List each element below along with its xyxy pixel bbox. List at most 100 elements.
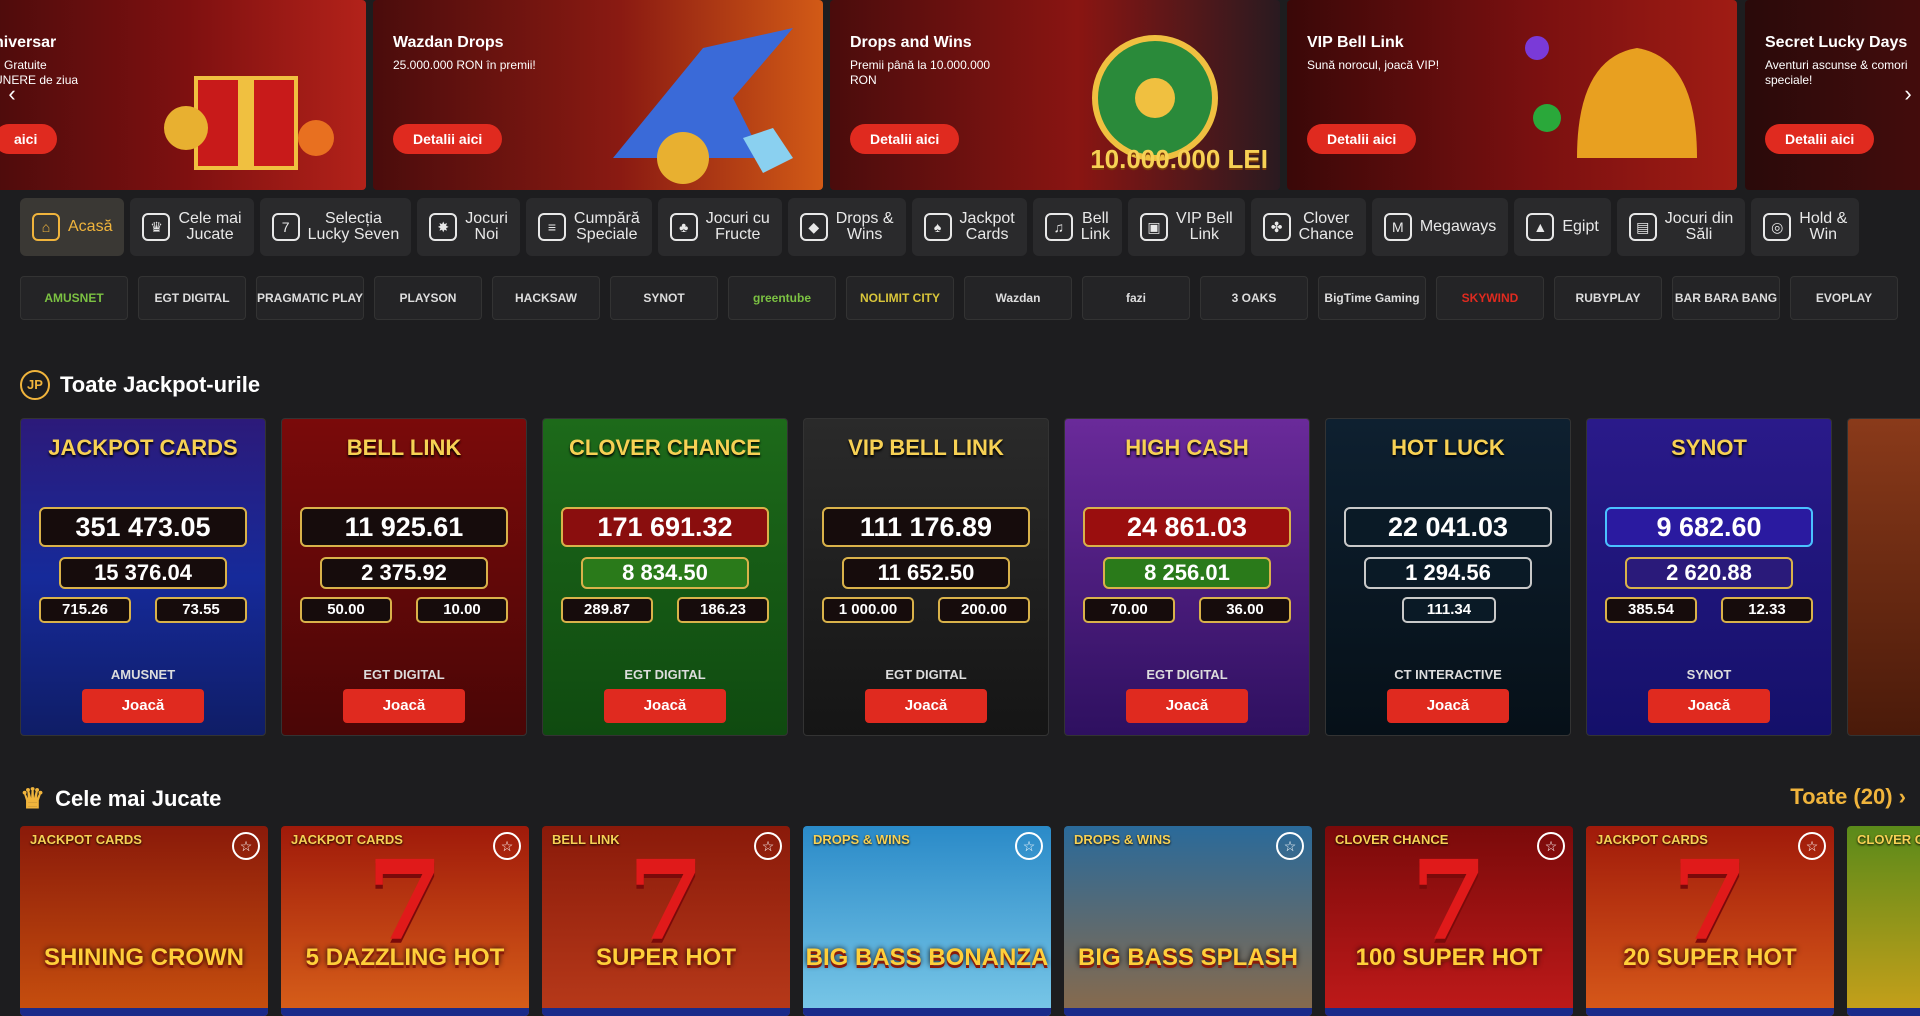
jackpot-logo: HIGH CASH: [1125, 435, 1249, 460]
home-icon: ⌂: [32, 213, 60, 241]
category-coin-stack[interactable]: ≡ Cumpără Speciale: [525, 198, 652, 256]
provider-logo[interactable]: NOLIMIT CITY: [846, 276, 954, 320]
category-vip-slot[interactable]: ▣ VIP Bell Link: [1128, 198, 1245, 256]
category-home[interactable]: ⌂ Acasă: [20, 198, 125, 256]
provider-logo[interactable]: greentube: [728, 276, 836, 320]
provider-logo[interactable]: RUBYPLAY: [1554, 276, 1662, 320]
provider-strip: AMUSNET EGT DIGITAL PRAGMATIC PLAY PLAYSON H…: [20, 276, 1898, 320]
banner-details-button[interactable]: Detalii aici: [1765, 124, 1875, 154]
category-cherry[interactable]: ♣ Jocuri cu Fructe: [657, 198, 782, 256]
promo-banner[interactable]: VIP Bell Link Sună norocul, joacă VIP! D…: [1287, 0, 1737, 190]
banner-details-button[interactable]: aici: [0, 124, 58, 154]
provider-logo[interactable]: HACKSAW: [492, 276, 600, 320]
category-clover[interactable]: ✤ Clover Chance: [1250, 198, 1366, 256]
favorite-star-icon[interactable]: ☆: [1276, 832, 1304, 860]
promo-banner[interactable]: Wazdan Drops 25.000.000 RON în premii! D…: [373, 0, 823, 190]
see-all-link[interactable]: Toate (20) ›: [1790, 784, 1906, 810]
promo-banner[interactable]: niversar ri Gratuite UNERE de ziua aici: [0, 0, 366, 190]
category-slot-machine[interactable]: ▤ Jocuri din Săli: [1616, 198, 1746, 256]
provider-logo: EGT DIGITAL: [1146, 667, 1228, 682]
play-button[interactable]: Joacă: [1648, 689, 1770, 723]
game-series-badge: JACKPOT CARDS: [30, 832, 142, 847]
provider-logo[interactable]: AMUSNET: [20, 276, 128, 320]
pharaoh-icon: ▲: [1526, 213, 1555, 241]
favorite-star-icon[interactable]: ☆: [1798, 832, 1826, 860]
minor-jackpot-value: 289.87: [561, 597, 653, 623]
game-jackpot-bar: [803, 1008, 1051, 1016]
minor-jackpot-value: 1 000.00: [822, 597, 914, 623]
game-title: SHINING CROWN: [44, 944, 244, 971]
game-tile[interactable]: 7 JACKPOT CARDS ☆ 5 DAZZLING HOT: [281, 826, 529, 1016]
jackpot-card[interactable]: VIP BELL LINK 111 176.89 11 652.50 1 000.00…: [803, 418, 1049, 736]
play-button[interactable]: Joacă: [865, 689, 987, 723]
category-label: Selecția Lucky Seven: [307, 210, 400, 243]
jackpot-card[interactable]: SYNOT 9 682.60 2 620.88 385.54 12.33 SYNOT Joa…: [1586, 418, 1832, 736]
jackpot-card[interactable]: HOT LUCK 22 041.03 1 294.56 111.34 CT INTERA…: [1325, 418, 1571, 736]
jackpot-card[interactable]: CLOVER CHANCE 171 691.32 8 834.50 289.87 186…: [542, 418, 788, 736]
provider-logo[interactable]: EGT DIGITAL: [138, 276, 246, 320]
play-button[interactable]: Joacă: [1126, 689, 1248, 723]
cards-icon: ♠: [923, 213, 952, 241]
carousel-prev-arrow-icon[interactable]: ‹: [0, 82, 24, 106]
favorite-star-icon[interactable]: ☆: [1537, 832, 1565, 860]
game-tile[interactable]: DROPS & WINS ☆ BIG BASS BONANZA: [803, 826, 1051, 1016]
game-jackpot-bar: [1586, 1008, 1834, 1016]
provider-logo[interactable]: EVOPLAY: [1790, 276, 1898, 320]
jackpot-card[interactable]: JACKPOT CARDS 351 473.05 15 376.04 715.26 73…: [20, 418, 266, 736]
category-new-badge[interactable]: ✸ Jocuri Noi: [417, 198, 520, 256]
banner-title: niversar: [0, 34, 57, 51]
game-tile[interactable]: DROPS & WINS ☆ BIG BASS SPLASH: [1064, 826, 1312, 1016]
favorite-star-icon[interactable]: ☆: [232, 832, 260, 860]
provider-logo[interactable]: SKYWIND: [1436, 276, 1544, 320]
provider-logo[interactable]: SYNOT: [610, 276, 718, 320]
jackpot-logo: SYNOT: [1671, 435, 1747, 460]
favorite-star-icon[interactable]: ☆: [754, 832, 782, 860]
play-button[interactable]: Joacă: [82, 689, 204, 723]
play-button[interactable]: Joacă: [1387, 689, 1509, 723]
favorite-star-icon[interactable]: ☆: [1015, 832, 1043, 860]
game-tile[interactable]: 7 CLOVER CHANCE ☆ 100 SUPER HOT: [1325, 826, 1573, 1016]
play-button[interactable]: Joacă: [343, 689, 465, 723]
promo-banner[interactable]: Secret Lucky Days Aventuri ascunse & com…: [1745, 0, 1920, 190]
game-tile[interactable]: JACKPOT CARDS ☆ SHINING CROWN: [20, 826, 268, 1016]
category-megaways[interactable]: M Megaways: [1371, 198, 1509, 256]
provider-logo[interactable]: PLAYSON: [374, 276, 482, 320]
game-tile[interactable]: 7 BELL LINK ☆ SUPER HOT: [542, 826, 790, 1016]
seven-icon: 7: [271, 213, 300, 241]
category-seven[interactable]: 7 Selecția Lucky Seven: [259, 198, 412, 256]
provider-logo[interactable]: PRAGMATIC PLAY: [256, 276, 364, 320]
mini-jackpot-value: 12.33: [1721, 597, 1813, 623]
game-tile[interactable]: 7 JACKPOT CARDS ☆ 20 SUPER HOT: [1586, 826, 1834, 1016]
category-bell[interactable]: ♫ Bell Link: [1032, 198, 1123, 256]
jackpot-card[interactable]: HIGH CASH 24 861.03 8 256.01 70.00 36.00 EGT …: [1064, 418, 1310, 736]
section-title: Cele mai Jucate: [55, 785, 222, 811]
jackpot-icon: JP: [20, 370, 50, 400]
category-cards[interactable]: ♠ Jackpot Cards: [911, 198, 1027, 256]
category-label: Hold & Win: [1799, 210, 1848, 243]
clover-icon: ✤: [1262, 213, 1291, 241]
banner-details-button[interactable]: Detalii aici: [1307, 124, 1417, 154]
favorite-star-icon[interactable]: ☆: [493, 832, 521, 860]
provider-logo[interactable]: fazi: [1082, 276, 1190, 320]
category-coins[interactable]: ◎ Hold & Win: [1751, 198, 1860, 256]
carousel-next-arrow-icon[interactable]: ›: [1896, 82, 1920, 106]
category-crown[interactable]: ♛ Cele mai Jucate: [130, 198, 254, 256]
category-pharaoh[interactable]: ▲ Egipt: [1514, 198, 1611, 256]
game-tile[interactable]: CLOVER CHANCE☆: [1847, 826, 1920, 1016]
category-drop[interactable]: ◆ Drops & Wins: [787, 198, 906, 256]
game-jackpot-bar: [1847, 1008, 1920, 1016]
provider-logo[interactable]: BigTime Gaming: [1318, 276, 1426, 320]
major-jackpot-value: 8 834.50: [581, 557, 749, 589]
banner-subtitle: Aventuri ascunse & comori speciale!: [1765, 58, 1908, 87]
jackpot-card[interactable]: [1847, 418, 1920, 736]
banner-details-button[interactable]: Detalii aici: [850, 124, 960, 154]
provider-logo[interactable]: Wazdan: [964, 276, 1072, 320]
provider-logo[interactable]: BAR BARA BANG: [1672, 276, 1780, 320]
banner-details-button[interactable]: Detalii aici: [393, 124, 503, 154]
promo-banner[interactable]: Drops and Wins Premii până la 10.000.000…: [830, 0, 1280, 190]
marlin-fish-art: [613, 28, 793, 184]
grand-jackpot-value: 351 473.05: [39, 507, 247, 547]
play-button[interactable]: Joacă: [604, 689, 726, 723]
jackpot-card[interactable]: BELL LINK 11 925.61 2 375.92 50.00 10.00 EGT …: [281, 418, 527, 736]
provider-logo[interactable]: 3 OAKS: [1200, 276, 1308, 320]
